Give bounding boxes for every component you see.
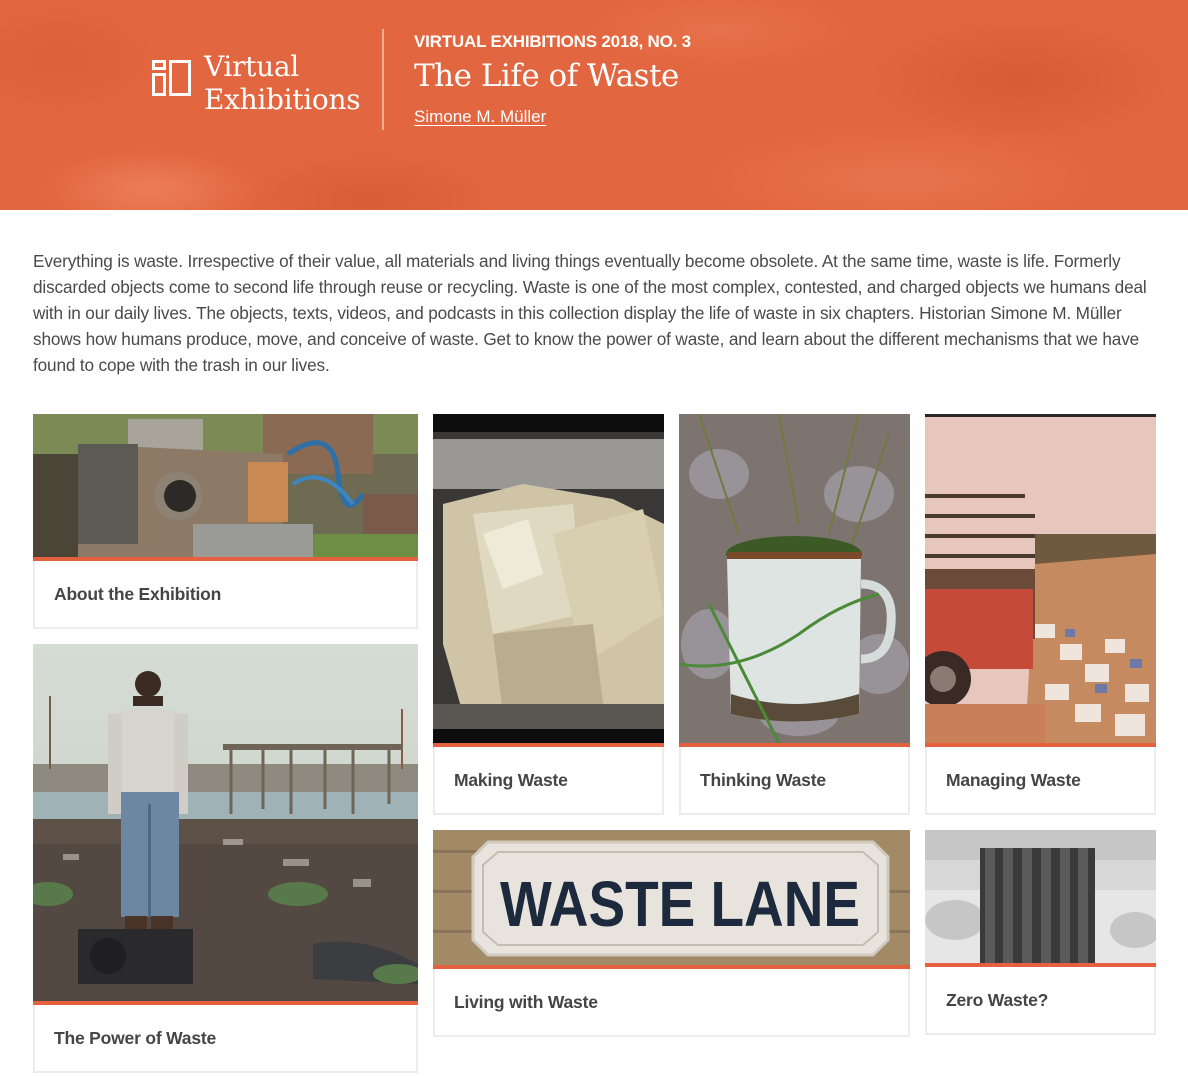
card-thinking-waste[interactable]: Thinking Waste [679, 414, 910, 815]
card-image-trash-bin [925, 830, 1156, 963]
card-the-power-of-waste[interactable]: The Power of Waste [33, 644, 418, 1073]
sign-text: WASTE LANE [500, 868, 860, 940]
card-image-enamel-mug [679, 414, 910, 743]
exhibition-header: Virtual Exhibitions VIRTUAL EXHIBITIONS … [0, 0, 1188, 210]
card-title: Making Waste [454, 770, 568, 790]
card-managing-waste[interactable]: Managing Waste [925, 414, 1156, 815]
card-title: Living with Waste [454, 992, 598, 1012]
card-living-with-waste[interactable]: WASTE LANE Living with Waste [433, 830, 910, 1037]
card-zero-waste[interactable]: Zero Waste? [925, 830, 1156, 1035]
page-title: The Life of Waste [414, 58, 679, 94]
card-image-e-waste-dump [33, 644, 418, 1001]
intro-paragraph: Everything is waste. Irrespective of the… [33, 251, 1147, 375]
header-divider [382, 29, 384, 130]
logo-text-line2: Exhibitions [204, 83, 361, 116]
card-title: Managing Waste [946, 770, 1081, 790]
virtual-exhibitions-logo-icon [152, 60, 191, 96]
series-label: VIRTUAL EXHIBITIONS 2018, NO. 3 [414, 32, 691, 51]
author-link[interactable]: Simone M. Müller [414, 107, 546, 127]
card-title: Zero Waste? [946, 990, 1049, 1010]
card-making-waste[interactable]: Making Waste [433, 414, 664, 815]
card-image-junk-pile [33, 414, 418, 557]
card-image-crumpled-paper [433, 414, 664, 743]
logo-text: Virtual Exhibitions [204, 50, 361, 116]
virtual-exhibitions-logo[interactable]: Virtual Exhibitions [152, 50, 361, 116]
card-image-waste-lane-sign: WASTE LANE [433, 830, 910, 965]
logo-text-line1: Virtual [204, 50, 299, 83]
card-about-the-exhibition[interactable]: About the Exhibition [33, 414, 418, 629]
card-title: Thinking Waste [700, 770, 826, 790]
card-image-landfill-truck [925, 414, 1156, 743]
card-title: About the Exhibition [54, 584, 222, 604]
card-title: The Power of Waste [54, 1028, 217, 1048]
